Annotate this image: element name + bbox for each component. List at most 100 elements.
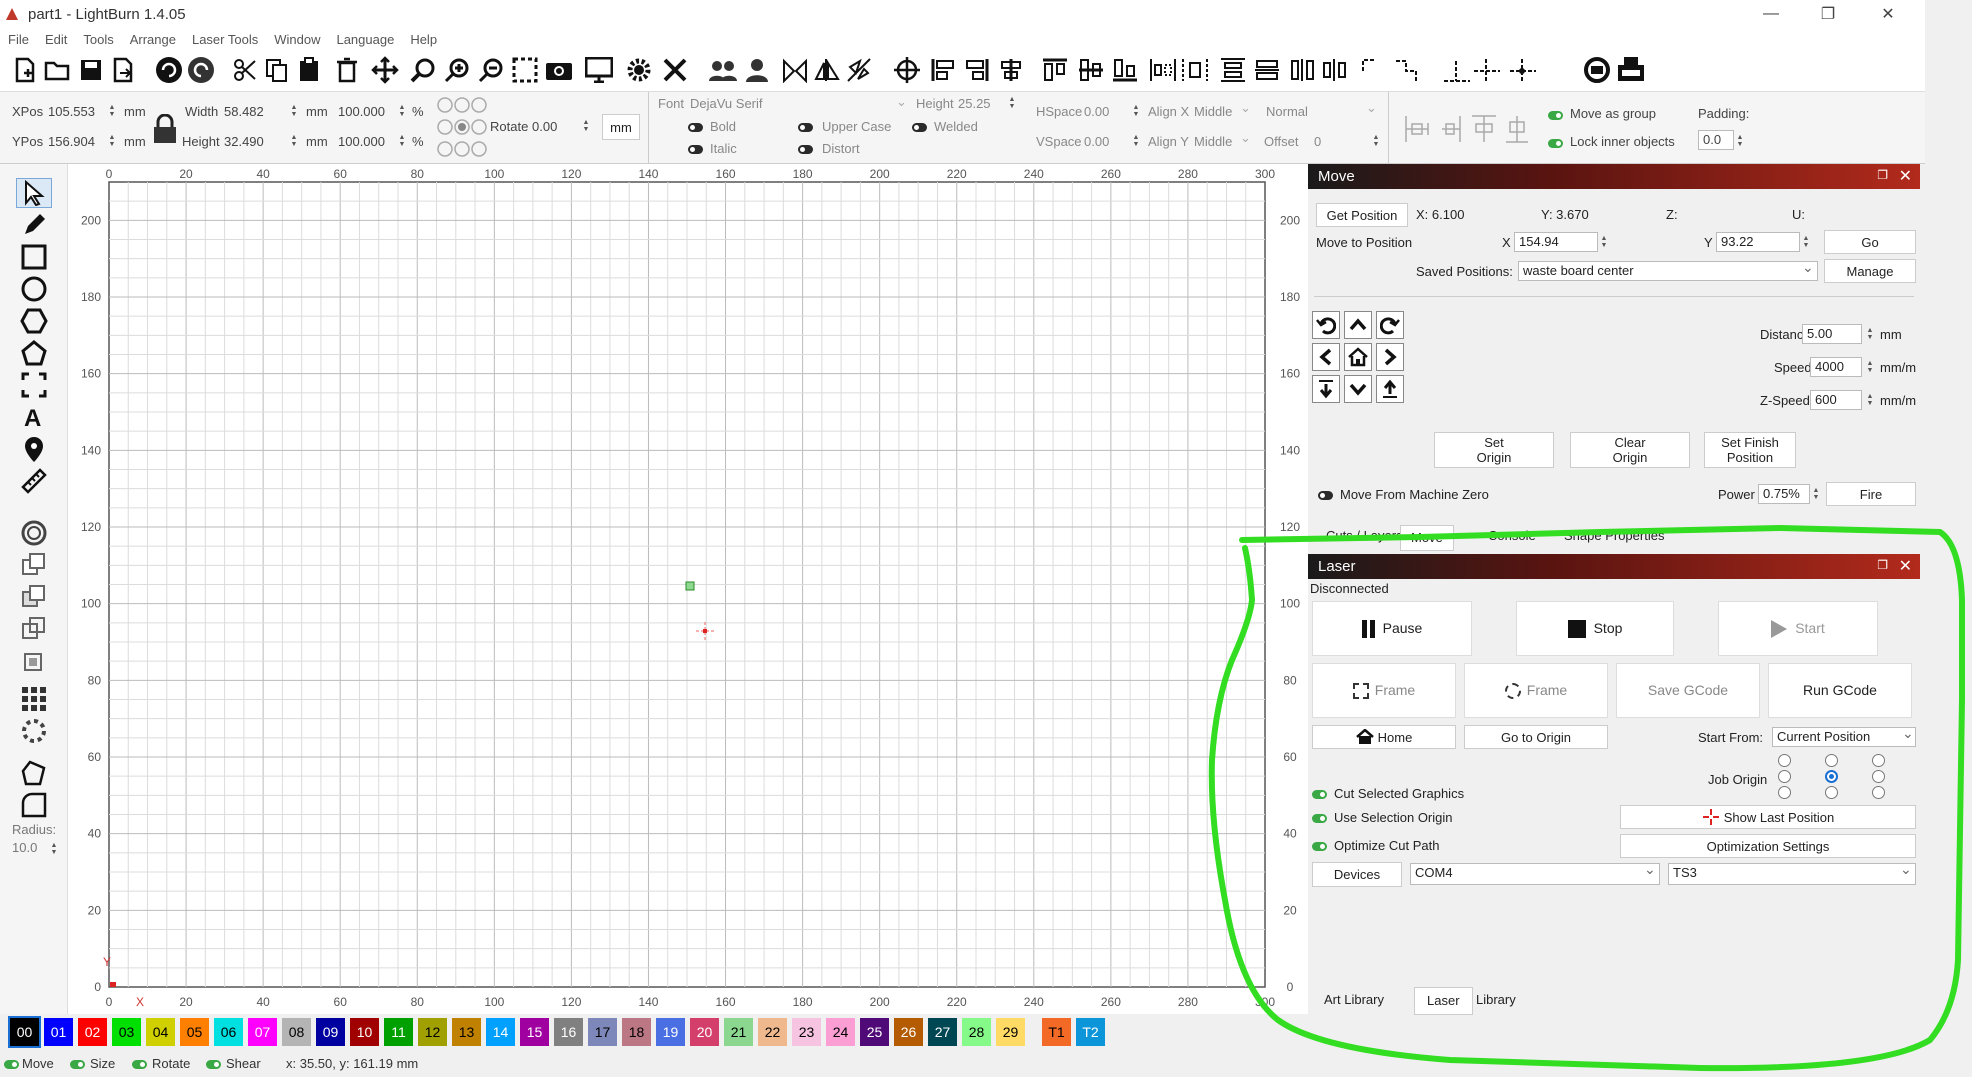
frame-button[interactable]: Frame <box>1312 663 1456 718</box>
align-y-dropdown-icon[interactable]: ⌄ <box>1240 130 1251 146</box>
zoom-in-icon[interactable] <box>442 54 472 86</box>
align-top-icon[interactable] <box>1040 54 1070 86</box>
palette-swatch-01[interactable]: 01 <box>44 1018 73 1046</box>
jog-up-icon[interactable] <box>1344 311 1372 339</box>
stop-button[interactable]: Stop <box>1516 601 1674 656</box>
zspeed-spinner-icon[interactable]: ▲ ▼ <box>1866 393 1874 407</box>
select-tool-icon[interactable] <box>16 178 52 208</box>
rotate-spinner-icon[interactable]: ▲ ▼ <box>582 119 590 133</box>
palette-swatch-07[interactable]: 07 <box>248 1018 277 1046</box>
polygon-tool-icon[interactable] <box>16 306 52 336</box>
speed-input[interactable]: 4000 <box>1810 357 1862 377</box>
settings-icon[interactable] <box>624 54 654 86</box>
bold-toggle[interactable] <box>688 123 703 132</box>
start-from-dropdown-icon[interactable]: ⌄ <box>1902 725 1914 742</box>
devices-button[interactable]: Devices <box>1312 862 1402 887</box>
palette-swatch-15[interactable]: 15 <box>520 1018 549 1046</box>
new-file-icon[interactable] <box>10 54 40 86</box>
start-button[interactable]: Start <box>1718 601 1878 656</box>
italic-toggle[interactable] <box>688 145 703 154</box>
show-last-position-button[interactable]: Show Last Position <box>1620 805 1916 829</box>
status-rotate-toggle[interactable] <box>132 1060 147 1069</box>
maximize-button[interactable]: ❐ <box>1805 0 1851 28</box>
weld-icon[interactable] <box>16 646 52 676</box>
align-center-icon[interactable] <box>892 54 922 86</box>
camera-icon[interactable] <box>544 54 574 86</box>
palette-swatch-00[interactable]: 00 <box>8 1016 41 1048</box>
padding-spinner-icon[interactable]: ▲ ▼ <box>1736 134 1744 148</box>
palette-swatch-25[interactable]: 25 <box>860 1018 889 1046</box>
paste-icon[interactable] <box>294 54 324 86</box>
job-origin-top-right[interactable] <box>1872 754 1885 767</box>
z-up-icon[interactable] <box>1376 375 1404 403</box>
workspace-canvas[interactable]: 0 0 20 20 40 40 60 60 80 80 100 100 120 120 140 140 160 1… <box>68 164 1308 1014</box>
palette-swatch-03[interactable]: 03 <box>112 1018 141 1046</box>
move-y-input[interactable]: 93.22 <box>1716 232 1800 252</box>
vspace-spinner-icon[interactable]: ▲ ▼ <box>1132 134 1140 148</box>
rotate-ccw-icon[interactable] <box>1312 311 1340 339</box>
pause-button[interactable]: Pause <box>1312 601 1472 656</box>
scale-width-spinner-icon[interactable]: ▲ ▼ <box>398 104 406 118</box>
palette-swatch-11[interactable]: 11 <box>384 1018 413 1046</box>
ypos-spinner-icon[interactable]: ▲ ▼ <box>108 134 116 148</box>
palette-swatch-17[interactable]: 17 <box>588 1018 617 1046</box>
tab-laser[interactable]: Laser <box>1414 987 1473 1015</box>
palette-swatch-12[interactable]: 12 <box>418 1018 447 1046</box>
undo-icon[interactable] <box>154 54 184 86</box>
corner-step-icon[interactable] <box>1394 54 1424 86</box>
width-value[interactable]: 58.482 <box>224 104 264 119</box>
ellipse-tool-icon[interactable] <box>16 274 52 304</box>
rectangle-tool-icon[interactable] <box>16 242 52 272</box>
pen-tool-icon[interactable] <box>16 210 52 240</box>
float-panel-icon[interactable]: ❐ <box>1877 168 1888 182</box>
palette-swatch-05[interactable]: 05 <box>180 1018 209 1046</box>
home-button[interactable]: Home <box>1312 725 1456 749</box>
grid-array-icon[interactable] <box>16 684 52 714</box>
xpos-value[interactable]: 105.553 <box>48 104 95 119</box>
palette-swatch-20[interactable]: 20 <box>690 1018 719 1046</box>
align-x-select[interactable]: Middle <box>1194 104 1232 119</box>
zoom-out-icon[interactable] <box>476 54 506 86</box>
anchor-grid-icon[interactable] <box>436 96 488 161</box>
z-down-icon[interactable] <box>1312 375 1340 403</box>
monitor-icon[interactable] <box>584 54 614 86</box>
move-x-input[interactable]: 154.94 <box>1514 232 1598 252</box>
palette-swatch-09[interactable]: 09 <box>316 1018 345 1046</box>
jog-left-icon[interactable] <box>1312 343 1340 371</box>
ypos-value[interactable]: 156.904 <box>48 134 95 149</box>
scale-width-value[interactable]: 100.000 <box>338 104 385 119</box>
move-x-spinner-icon[interactable]: ▲ ▼ <box>1600 235 1608 249</box>
menu-file[interactable]: File <box>8 32 29 47</box>
distance-input[interactable]: 5.00 <box>1802 324 1862 344</box>
tools-icon[interactable] <box>660 54 690 86</box>
palette-swatch-10[interactable]: 10 <box>350 1018 379 1046</box>
ungroup-icon[interactable] <box>742 54 772 86</box>
menu-laser-tools[interactable]: Laser Tools <box>192 32 258 47</box>
port-select[interactable]: COM4 <box>1410 863 1660 885</box>
job-origin-middle-right[interactable] <box>1872 770 1885 783</box>
palette-swatch-04[interactable]: 04 <box>146 1018 175 1046</box>
distort-toggle[interactable] <box>798 145 813 154</box>
power-spinner-icon[interactable]: ▲ ▼ <box>1812 487 1820 501</box>
set-origin-button[interactable]: Set Origin <box>1434 432 1554 468</box>
optimization-settings-button[interactable]: Optimization Settings <box>1620 834 1916 858</box>
menu-tools[interactable]: Tools <box>83 32 113 47</box>
palette-swatch-T1[interactable]: T1 <box>1042 1018 1071 1046</box>
move-laser-path-icon[interactable] <box>1442 54 1472 86</box>
palette-swatch-24[interactable]: 24 <box>826 1018 855 1046</box>
distribute-h-icon[interactable] <box>1148 54 1178 86</box>
laser-close-panel-icon[interactable]: ✕ <box>1899 556 1912 576</box>
distribute-cols-icon[interactable] <box>1288 54 1318 86</box>
boolean-intersect-icon[interactable] <box>16 614 52 644</box>
saved-positions-select[interactable]: waste board center <box>1518 261 1818 281</box>
speed-spinner-icon[interactable]: ▲ ▼ <box>1866 360 1874 374</box>
tab-cuts-layers[interactable]: Cuts / Layers <box>1326 528 1403 543</box>
font-select[interactable]: DejaVu Serif <box>690 96 763 111</box>
xpos-spinner-icon[interactable]: ▲ ▼ <box>108 104 116 118</box>
jog-down-icon[interactable] <box>1344 375 1372 403</box>
corner-radius-icon[interactable] <box>16 790 52 820</box>
radius-spinner-icon[interactable]: ▲ ▼ <box>50 842 58 856</box>
palette-swatch-26[interactable]: 26 <box>894 1018 923 1046</box>
rotary-icon[interactable] <box>1582 54 1612 86</box>
offset-spinner-icon[interactable]: ▲ ▼ <box>1372 134 1380 148</box>
